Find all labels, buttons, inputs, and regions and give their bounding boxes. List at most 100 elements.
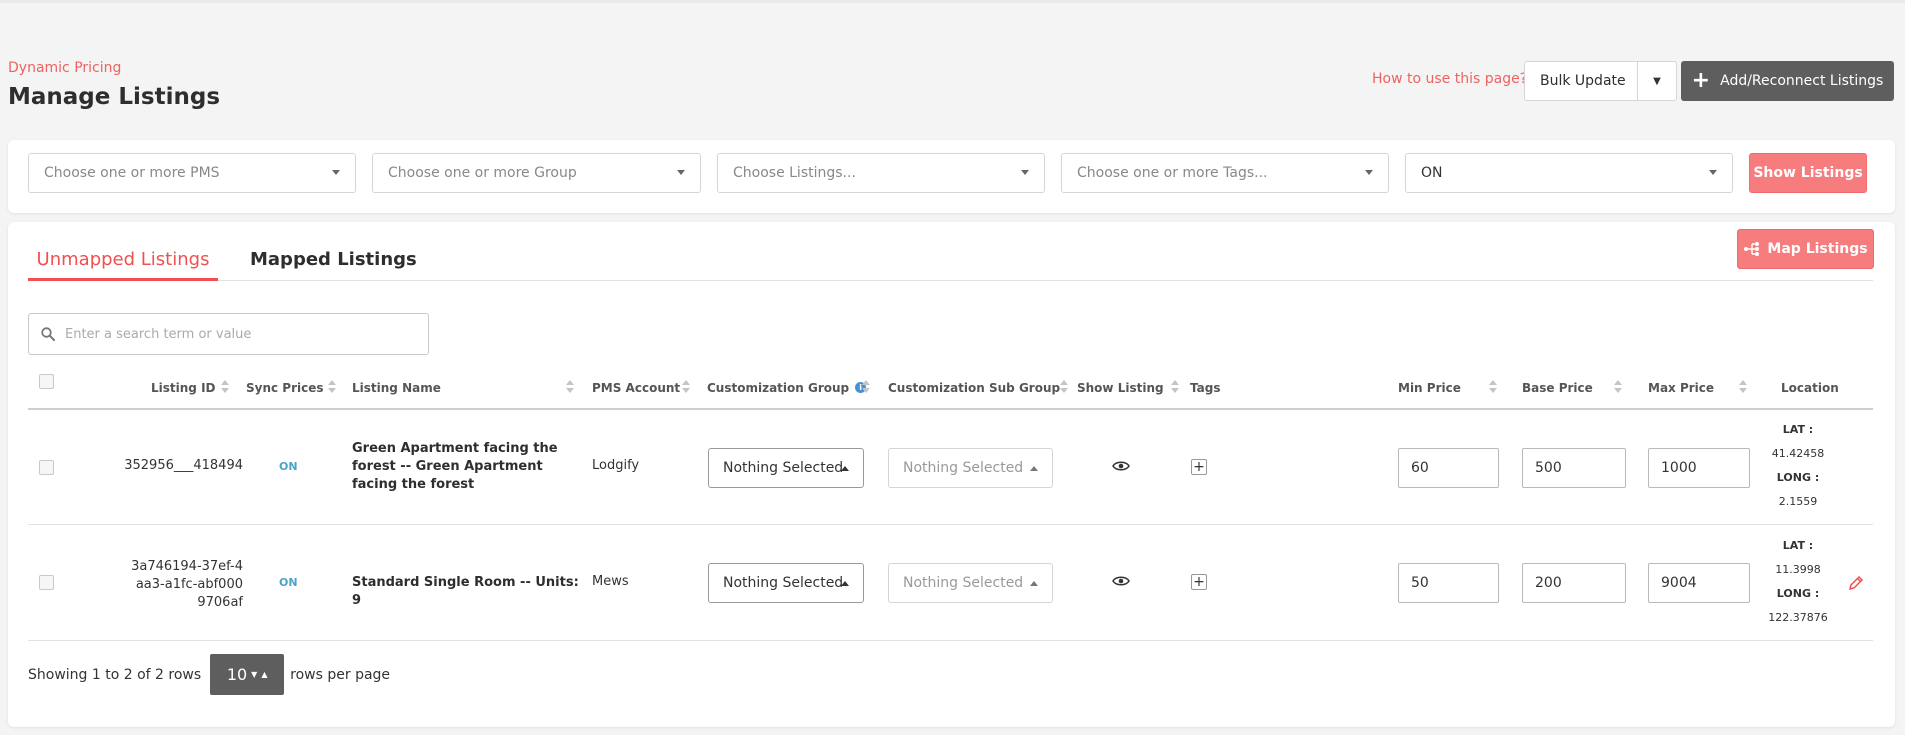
long-label: LONG :	[1776, 587, 1820, 600]
caret-down-icon	[1365, 170, 1373, 175]
col-base-price[interactable]: Base Price	[1522, 365, 1593, 410]
caret-up-icon	[841, 466, 849, 471]
col-tags[interactable]: Tags	[1190, 365, 1220, 410]
add-tag-button[interactable]: +	[1191, 459, 1207, 475]
page-title: Manage Listings	[8, 84, 221, 110]
tab-mapped-listings[interactable]: Mapped Listings	[250, 242, 417, 281]
group-select[interactable]: Choose one or more Group	[372, 153, 701, 193]
sort-icon[interactable]	[1489, 380, 1497, 394]
map-listings-button[interactable]: Map Listings	[1737, 229, 1874, 269]
status-select[interactable]: ON	[1405, 153, 1733, 193]
rows-per-page-select[interactable]: 10 ▼ ▲	[210, 654, 285, 695]
customization-group-select[interactable]: Nothing Selected	[708, 563, 864, 603]
customization-sub-group-value: Nothing Selected	[903, 575, 1024, 591]
sort-icon[interactable]	[1739, 380, 1747, 394]
map-listings-label: Map Listings	[1767, 241, 1868, 257]
max-price-input[interactable]: 1000	[1648, 448, 1750, 488]
location: LAT : 11.3998 LONG : 122.37876	[1768, 534, 1828, 630]
base-price-input[interactable]: 500	[1522, 448, 1626, 488]
plus-icon: +	[1691, 68, 1711, 93]
lat-value: 41.42458	[1771, 447, 1825, 460]
caret-up-icon	[841, 581, 849, 586]
long-value: 122.37876	[1768, 611, 1828, 624]
select-all-checkbox[interactable]	[39, 365, 54, 410]
customization-group-select[interactable]: Nothing Selected	[708, 448, 864, 488]
min-price-input[interactable]: 60	[1398, 448, 1499, 488]
customization-sub-group-select[interactable]: Nothing Selected	[888, 448, 1053, 488]
search-box	[28, 313, 429, 355]
row-checkbox[interactable]	[39, 460, 54, 475]
pagination-summary: Showing 1 to 2 of 2 rows	[28, 666, 202, 683]
add-tag-button[interactable]: +	[1191, 574, 1207, 590]
show-listings-button[interactable]: Show Listings	[1749, 153, 1867, 193]
pms-select-placeholder: Choose one or more PMS	[44, 165, 220, 181]
col-min-price[interactable]: Min Price	[1398, 365, 1461, 410]
col-max-price[interactable]: Max Price	[1648, 365, 1714, 410]
sort-icon[interactable]	[862, 380, 870, 394]
breadcrumb[interactable]: Dynamic Pricing	[8, 60, 121, 76]
base-price-input[interactable]: 200	[1522, 563, 1626, 603]
pagination: Showing 1 to 2 of 2 rows 10 ▼ ▲ rows per…	[28, 654, 390, 695]
caret-down-icon	[1709, 170, 1717, 175]
sync-status[interactable]: ON	[279, 576, 298, 589]
status-select-value: ON	[1421, 165, 1443, 181]
max-price-input[interactable]: 9004	[1648, 563, 1750, 603]
caret-down-icon: ▼	[1653, 75, 1661, 87]
bulk-update-toggle[interactable]: ▼	[1638, 62, 1676, 100]
add-reconnect-label: Add/Reconnect Listings	[1720, 73, 1884, 89]
row-checkbox-box	[39, 460, 54, 475]
col-customization-group[interactable]: Customization Group i	[707, 365, 867, 410]
customization-sub-group-select[interactable]: Nothing Selected	[888, 563, 1053, 603]
col-customization-sub-group[interactable]: Customization Sub Group	[888, 365, 1060, 410]
caret-down-icon	[332, 170, 340, 175]
eye-icon[interactable]	[1112, 575, 1130, 587]
rows-per-page-label: rows per page	[290, 666, 391, 683]
tags-select-placeholder: Choose one or more Tags...	[1077, 165, 1268, 181]
pms-account: Lodgify	[592, 458, 640, 473]
sync-status[interactable]: ON	[279, 460, 298, 473]
tab-unmapped-listings[interactable]: Unmapped Listings	[28, 242, 218, 281]
col-listing-name[interactable]: Listing Name	[352, 365, 441, 410]
listing-id: 352956___418494	[124, 458, 243, 473]
col-location: Location	[1781, 380, 1839, 395]
caret-down-icon: ▼	[251, 670, 258, 679]
sort-icon[interactable]	[682, 380, 690, 394]
help-link[interactable]: How to use this page?	[1372, 71, 1527, 87]
lat-label: LAT :	[1782, 539, 1814, 552]
listings-select[interactable]: Choose Listings...	[717, 153, 1045, 193]
sort-icon[interactable]	[328, 380, 336, 394]
select-all-box	[39, 374, 54, 389]
sort-icon[interactable]	[1614, 380, 1622, 394]
page-header: Dynamic Pricing Manage Listings How to u…	[8, 60, 1898, 120]
min-price-input[interactable]: 50	[1398, 563, 1499, 603]
tags-select[interactable]: Choose one or more Tags...	[1061, 153, 1389, 193]
col-listing-id[interactable]: Listing ID	[151, 365, 216, 410]
table-row: 3a746194-37ef-4aa3-a1fc-abf0009706af ON …	[28, 526, 1873, 641]
long-label: LONG :	[1776, 471, 1820, 484]
group-select-placeholder: Choose one or more Group	[388, 165, 577, 181]
pencil-icon[interactable]	[1848, 575, 1864, 591]
listing-id-text: 3a746194-37ef-4aa3-a1fc-abf0009706af	[131, 559, 243, 610]
listing-id: 3a746194-37ef-4aa3-a1fc-abf0009706af	[88, 558, 243, 612]
sort-icon[interactable]	[1171, 380, 1179, 394]
sort-icon[interactable]	[566, 380, 574, 394]
bulk-update-button[interactable]: Bulk Update	[1525, 62, 1638, 100]
customization-sub-group-value: Nothing Selected	[903, 460, 1024, 476]
col-pms-account[interactable]: PMS Account	[592, 365, 680, 410]
sort-icon[interactable]	[1060, 380, 1068, 394]
row-checkbox[interactable]	[39, 575, 54, 590]
pms-select[interactable]: Choose one or more PMS	[28, 153, 356, 193]
top-border	[0, 0, 1905, 3]
caret-down-icon	[1021, 170, 1029, 175]
lat-label: LAT :	[1782, 423, 1814, 436]
col-show-listing[interactable]: Show Listing	[1077, 365, 1164, 410]
col-customization-group-label: Customization Group	[707, 380, 850, 395]
listings-select-placeholder: Choose Listings...	[733, 165, 856, 181]
pms-account: Mews	[592, 574, 629, 589]
sort-icon[interactable]	[221, 380, 229, 394]
col-sync-prices[interactable]: Sync Prices	[246, 365, 324, 410]
search-input[interactable]	[65, 326, 405, 342]
add-reconnect-listings-button[interactable]: + Add/Reconnect Listings	[1681, 61, 1894, 101]
eye-icon[interactable]	[1112, 460, 1130, 472]
table-header: Listing ID Sync Prices Listing Name PMS …	[28, 365, 1873, 410]
